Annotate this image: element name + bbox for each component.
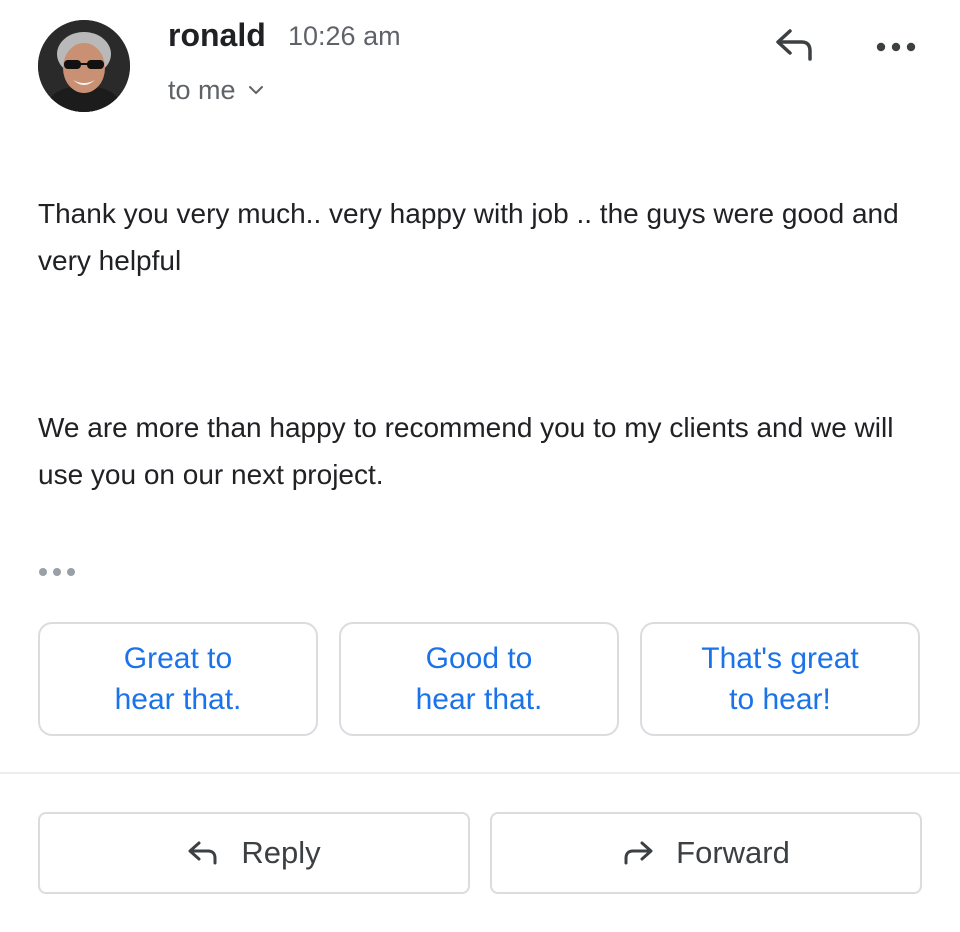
sender-name: ronald <box>168 17 266 53</box>
reply-icon <box>772 27 816 68</box>
recipient-label: to me <box>168 74 236 105</box>
more-options-button[interactable] <box>866 26 926 70</box>
reply-button[interactable]: Reply <box>38 812 470 894</box>
more-horizontal-icon <box>876 39 916 57</box>
chevron-down-icon <box>248 82 264 98</box>
divider <box>0 772 960 774</box>
recipient-toggle[interactable]: to me <box>168 70 264 110</box>
smart-reply-button[interactable]: Great to hear that. <box>38 622 318 736</box>
message-time: 10:26 am <box>288 21 401 51</box>
show-trimmed-content-button[interactable] <box>38 560 86 586</box>
ellipsis-icon <box>38 564 78 582</box>
avatar-photo <box>38 20 130 112</box>
forward-icon <box>622 840 654 866</box>
smart-reply-label: Great to hear that. <box>114 642 242 716</box>
smart-reply-button[interactable]: That's great to hear! <box>640 622 920 736</box>
reply-button-label: Reply <box>241 835 321 870</box>
smart-reply-label: Good to hear that. <box>415 642 543 716</box>
message-paragraph: Thank you very much.. very happy with jo… <box>38 198 899 276</box>
header-reply-button[interactable] <box>766 22 822 72</box>
smart-reply-label: That's great to hear! <box>701 642 859 716</box>
message-paragraph: We are more than happy to recommend you … <box>38 412 894 490</box>
reply-icon <box>187 840 219 866</box>
avatar[interactable] <box>38 20 130 112</box>
forward-button-label: Forward <box>676 835 790 870</box>
forward-button[interactable]: Forward <box>490 812 922 894</box>
smart-reply-button[interactable]: Good to hear that. <box>339 622 619 736</box>
